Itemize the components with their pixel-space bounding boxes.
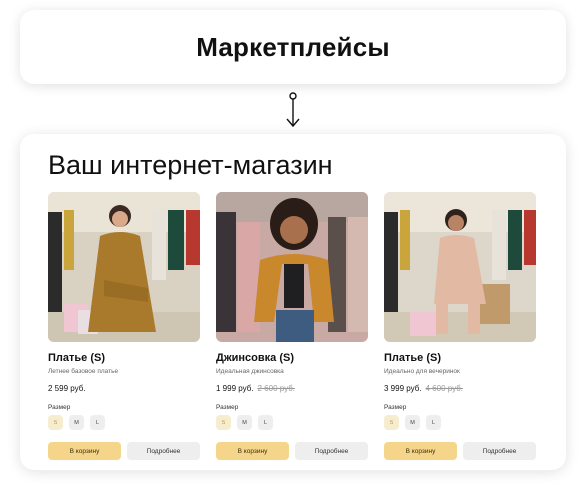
- details-button[interactable]: Подробнее: [463, 442, 536, 460]
- product-price: 3 999 руб.: [384, 384, 422, 393]
- product-card[interactable]: Платье (S) Летнее базовое платье 2 599 р…: [48, 192, 200, 460]
- product-actions: В корзину Подробнее: [384, 442, 536, 460]
- size-selector: S M L: [216, 415, 273, 430]
- product-description: Идеально для вечеринок: [384, 368, 460, 375]
- size-label: Размер: [384, 404, 407, 411]
- add-to-cart-button[interactable]: В корзину: [384, 442, 457, 460]
- details-button[interactable]: Подробнее: [127, 442, 200, 460]
- size-selector: S M L: [384, 415, 441, 430]
- product-price: 1 999 руб.: [216, 384, 254, 393]
- size-option-l[interactable]: L: [426, 415, 441, 430]
- product-image[interactable]: [216, 192, 368, 342]
- product-card[interactable]: Платье (S) Идеально для вечеринок 3 999 …: [384, 192, 536, 460]
- woman-beige-dress-photo-icon: [384, 192, 536, 342]
- product-image[interactable]: [384, 192, 536, 342]
- size-option-s[interactable]: S: [48, 415, 63, 430]
- product-price: 2 599 руб.: [48, 384, 86, 393]
- add-to-cart-button[interactable]: В корзину: [48, 442, 121, 460]
- product-old-price: 2 600 руб.: [257, 384, 296, 393]
- size-option-l[interactable]: L: [90, 415, 105, 430]
- woman-orange-jacket-photo-icon: [216, 192, 368, 342]
- details-button[interactable]: Подробнее: [295, 442, 368, 460]
- product-card[interactable]: Джинсовка (S) Идеальная джинсовка 1 999 …: [216, 192, 368, 460]
- product-name: Платье (S): [384, 352, 441, 364]
- product-description: Летнее базовое платье: [48, 368, 119, 375]
- size-option-m[interactable]: M: [237, 415, 252, 430]
- store-title: Ваш интернет-магазин: [48, 150, 333, 180]
- online-store-card: Ваш интернет-магазин Платье (S) Летнее б…: [20, 134, 566, 470]
- size-label: Размер: [48, 404, 71, 411]
- marketplaces-card: Маркетплейсы: [20, 10, 566, 84]
- product-actions: В корзину Подробнее: [216, 442, 368, 460]
- size-option-s[interactable]: S: [216, 415, 231, 430]
- woman-mustard-dress-photo-icon: [48, 192, 200, 342]
- product-price-row: 2 599 руб.: [48, 384, 86, 393]
- product-old-price: 4 600 руб.: [425, 384, 464, 393]
- add-to-cart-button[interactable]: В корзину: [216, 442, 289, 460]
- product-price-row: 1 999 руб. 2 600 руб.: [216, 384, 295, 393]
- product-description: Идеальная джинсовка: [216, 368, 284, 375]
- size-option-m[interactable]: M: [69, 415, 84, 430]
- size-option-s[interactable]: S: [384, 415, 399, 430]
- product-price-row: 3 999 руб. 4 600 руб.: [384, 384, 463, 393]
- marketplaces-title: Маркетплейсы: [196, 31, 390, 62]
- size-option-m[interactable]: M: [405, 415, 420, 430]
- arrow-down-icon: [286, 92, 300, 128]
- product-name: Джинсовка (S): [216, 352, 294, 364]
- size-selector: S M L: [48, 415, 105, 430]
- size-label: Размер: [216, 404, 239, 411]
- product-actions: В корзину Подробнее: [48, 442, 200, 460]
- product-image[interactable]: [48, 192, 200, 342]
- size-option-l[interactable]: L: [258, 415, 273, 430]
- product-name: Платье (S): [48, 352, 105, 364]
